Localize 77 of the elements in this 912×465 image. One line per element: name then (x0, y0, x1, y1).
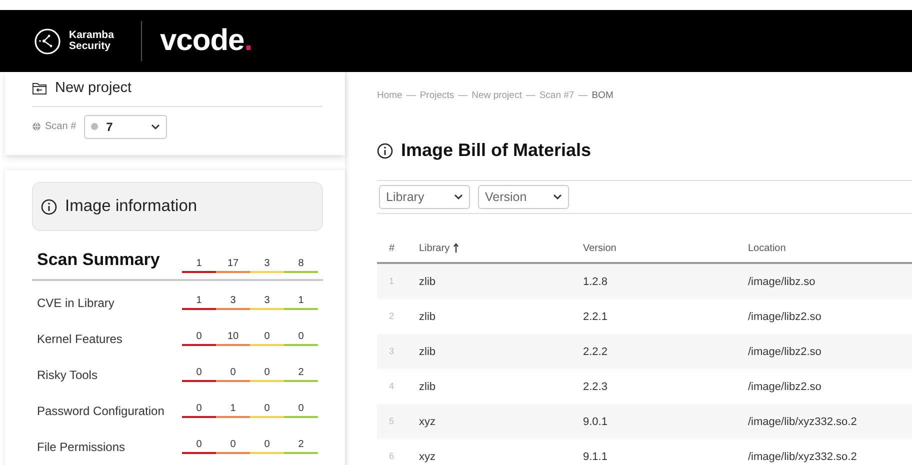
severity-count: 0 (250, 439, 284, 454)
severity-count: 3 (250, 258, 284, 272)
column-header[interactable]: Library (419, 240, 450, 256)
category-label: Password Configuration (37, 402, 164, 420)
section-title: Scan Summary (37, 249, 160, 271)
scan-label: Scan # (45, 120, 76, 134)
project-title: New project (55, 79, 132, 98)
severity-count: 0 (216, 439, 250, 454)
table-cell: 9.1.1 (583, 450, 608, 462)
table-cell: xyz (419, 450, 436, 462)
table-cell: /image/libz2.so (748, 310, 822, 322)
chevron-down-icon (151, 124, 160, 130)
info-icon (377, 142, 393, 159)
filter-dropdown[interactable]: Library (379, 185, 470, 210)
table-cell: xyz (419, 416, 436, 428)
severity-count: 0 (250, 367, 284, 382)
severity-count: 0 (284, 331, 318, 346)
logo-icon (34, 28, 61, 54)
table-cell: zlib (419, 380, 436, 392)
table-cell: /image/libz2.so (748, 380, 822, 392)
severity-count: 0 (182, 403, 216, 418)
category-label: Risky Tools (37, 366, 98, 384)
category-label: File Permissions (37, 438, 126, 456)
table-cell: /image/libz.so (748, 276, 816, 288)
row-number: 5 (389, 416, 394, 426)
table-cell: /image/libz2.so (748, 346, 822, 358)
severity-count: 10 (216, 331, 250, 346)
row-number: 6 (389, 451, 394, 461)
filter-dropdown[interactable]: Version (478, 185, 569, 210)
table-cell: 9.0.1 (583, 416, 608, 428)
severity-count: 1 (216, 403, 250, 418)
severity-count: 0 (216, 367, 250, 382)
severity-count: 3 (216, 295, 250, 310)
category-label: Kernel Features (37, 330, 122, 348)
row-number: 3 (389, 346, 394, 356)
severity-count: 0 (250, 331, 284, 346)
company-name: Karamba Security (69, 30, 115, 52)
severity-count: 2 (284, 439, 318, 454)
column-header[interactable]: # (389, 240, 395, 256)
table-cell: 2.2.1 (583, 310, 608, 322)
table-cell: zlib (419, 346, 436, 358)
table-cell: zlib (419, 276, 436, 288)
info-icon (41, 198, 57, 214)
severity-count: 17 (216, 258, 250, 272)
table-cell: zlib (419, 310, 436, 322)
category-label: CVE in Library (37, 294, 114, 312)
table-cell: /image/lib/xyz332.so.2 (748, 416, 857, 428)
table-cell: /image/lib/xyz332.so.2 (748, 450, 857, 462)
severity-count: 8 (284, 258, 318, 272)
severity-count: 3 (250, 295, 284, 310)
table-cell: 2.2.3 (583, 380, 608, 392)
panel-title: Image information (65, 196, 198, 218)
row-number: 4 (389, 381, 394, 391)
column-header[interactable]: Location (748, 240, 786, 256)
row-number: 2 (389, 311, 394, 321)
sort-arrow-icon[interactable] (452, 243, 459, 254)
chevron-down-icon (553, 194, 562, 200)
severity-count: 0 (182, 367, 216, 382)
severity-count: 0 (182, 439, 216, 454)
column-header[interactable]: Version (583, 240, 616, 256)
severity-count: 1 (284, 295, 318, 310)
page-title: Image Bill of Materials (401, 139, 592, 162)
severity-count: 2 (284, 367, 318, 382)
row-number: 1 (389, 276, 394, 286)
globe-icon (32, 122, 41, 132)
table-cell: 2.2.2 (583, 346, 608, 358)
severity-count: 0 (284, 403, 318, 418)
severity-count: 1 (182, 295, 216, 310)
chevron-down-icon (454, 194, 463, 200)
severity-count: 0 (182, 331, 216, 346)
brand-logo: vcode. (160, 26, 252, 56)
severity-count: 0 (250, 403, 284, 418)
folder-icon (32, 82, 47, 96)
scan-select[interactable]: 7 (84, 114, 168, 139)
breadcrumb: Home — Projects — New project — Scan #7 — BOM (377, 89, 614, 103)
table-cell: 1.2.8 (583, 276, 608, 288)
severity-count: 1 (182, 258, 216, 272)
